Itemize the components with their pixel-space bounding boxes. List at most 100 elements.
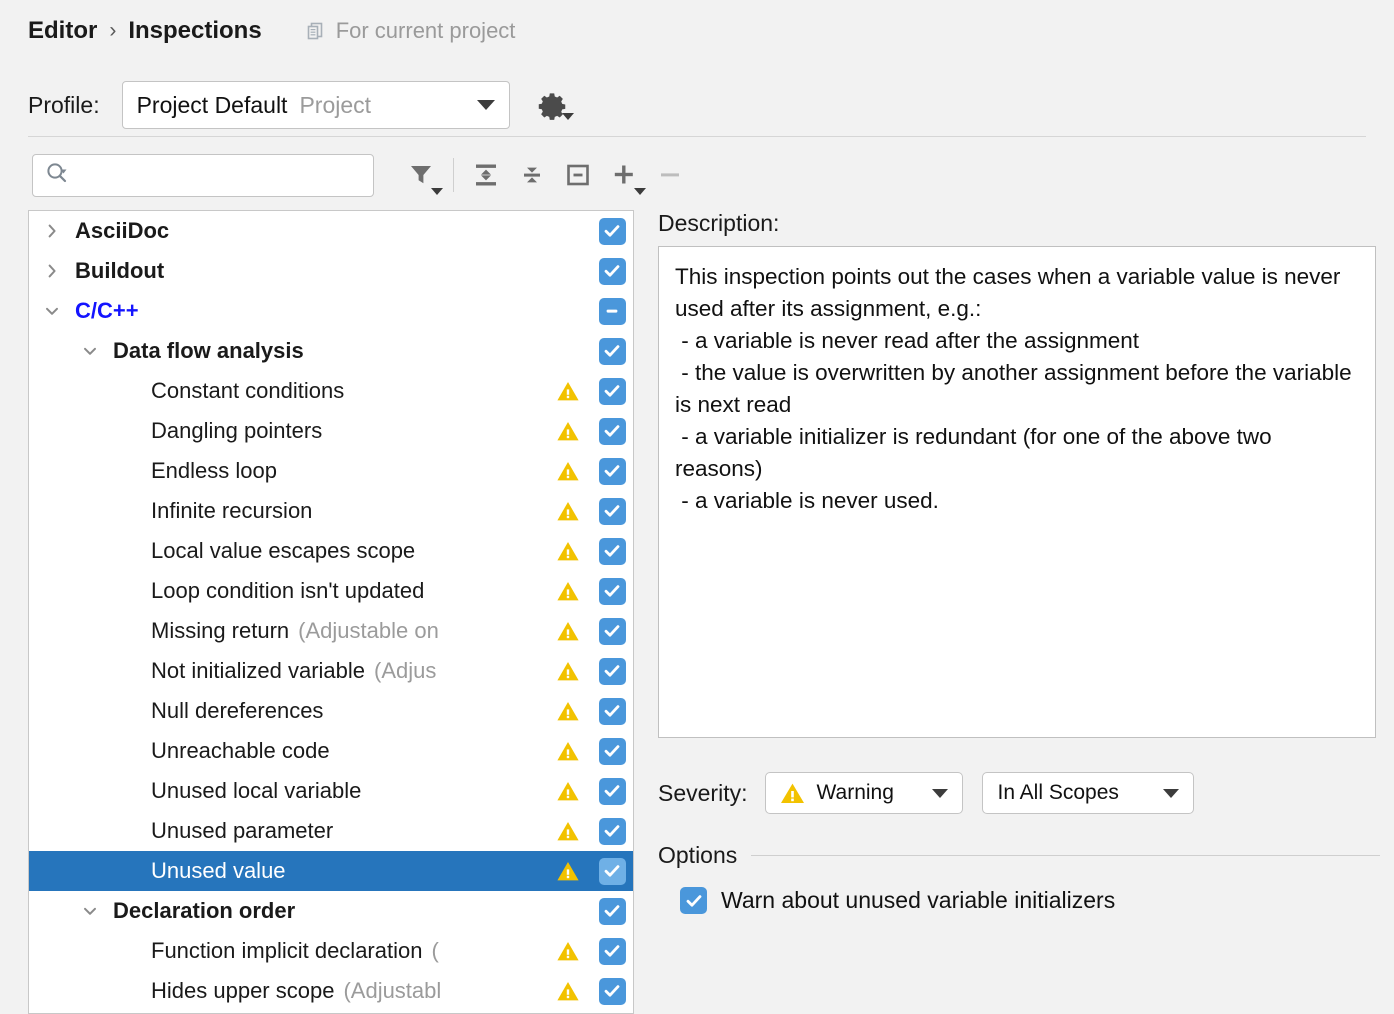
tree-row-checkbox[interactable]: [592, 731, 632, 771]
severity-warning-icon[interactable]: [551, 771, 585, 811]
severity-warning-icon[interactable]: [551, 571, 585, 611]
inspections-tree[interactable]: AsciiDoc Buildout C/C++ Data flow analysisC…: [28, 210, 634, 1014]
tree-row-title: Dangling pointers: [151, 418, 322, 443]
tree-row[interactable]: AsciiDoc: [29, 211, 633, 251]
severity-warning-icon[interactable]: [551, 931, 585, 971]
tree-row-checkbox[interactable]: [592, 451, 632, 491]
tree-row[interactable]: Local value escapes scope: [29, 531, 633, 571]
tree-row-title: AsciiDoc: [75, 218, 169, 243]
filter-button[interactable]: [398, 153, 444, 197]
tree-row[interactable]: Declaration order: [29, 891, 633, 931]
severity-select[interactable]: Warning: [765, 772, 963, 814]
tree-row[interactable]: Dangling pointers: [29, 411, 633, 451]
tree-row[interactable]: Constant conditions: [29, 371, 633, 411]
chevron-right-icon[interactable]: [41, 260, 63, 282]
tree-row-checkbox[interactable]: [592, 971, 632, 1011]
warning-triangle-icon: [556, 419, 580, 443]
tree-row[interactable]: C/C++: [29, 291, 633, 331]
tree-row-checkbox[interactable]: [592, 371, 632, 411]
severity-warning-icon[interactable]: [551, 731, 585, 771]
tree-row[interactable]: Unreachable code: [29, 731, 633, 771]
tree-row-checkbox[interactable]: [592, 851, 632, 891]
severity-warning-icon[interactable]: [551, 411, 585, 451]
tree-row-checkbox[interactable]: [592, 491, 632, 531]
tree-row-label: Unreachable code: [151, 738, 330, 764]
severity-warning-icon[interactable]: [551, 611, 585, 651]
chevron-down-icon[interactable]: [79, 900, 101, 922]
warn-unused-initializers-checkbox[interactable]: [680, 887, 707, 914]
tree-row-title: Missing return: [151, 618, 289, 643]
search-input[interactable]: [77, 163, 361, 188]
tree-row-suffix: (Adjustabl: [343, 978, 441, 1003]
tree-row-checkbox[interactable]: [592, 651, 632, 691]
chevron-right-icon[interactable]: [41, 220, 63, 242]
chevron-down-icon: [477, 100, 495, 110]
tree-row[interactable]: Data flow analysis: [29, 331, 633, 371]
severity-warning-icon[interactable]: [551, 491, 585, 531]
expand-all-button[interactable]: [463, 153, 509, 197]
tree-row[interactable]: Buildout: [29, 251, 633, 291]
tree-row-checkbox[interactable]: [592, 571, 632, 611]
severity-warning-icon[interactable]: [551, 651, 585, 691]
for-current-project-note: For current project: [306, 18, 516, 44]
tree-row-title: Function implicit declaration: [151, 938, 422, 963]
tree-row-suffix: (Adjustable on: [298, 618, 439, 643]
tree-row[interactable]: Not initialized variable(Adjus: [29, 651, 633, 691]
tree-row-label: Unused parameter: [151, 818, 333, 844]
tree-row-checkbox[interactable]: [592, 771, 632, 811]
tree-row-checkbox[interactable]: [592, 331, 632, 371]
tree-row[interactable]: Unused value: [29, 851, 633, 891]
tree-row[interactable]: Null dereferences: [29, 691, 633, 731]
tree-row-checkbox[interactable]: [592, 211, 632, 251]
tree-row[interactable]: Unused parameter: [29, 811, 633, 851]
add-button[interactable]: [601, 153, 647, 197]
tree-row[interactable]: Missing return (Adjustable on: [29, 611, 633, 651]
tree-row-checkbox[interactable]: [592, 251, 632, 291]
tree-row-checkbox[interactable]: [592, 291, 632, 331]
search-field[interactable]: [32, 154, 374, 197]
collapse-all-icon: [518, 161, 546, 189]
warning-triangle-icon: [780, 781, 805, 806]
tree-row-checkbox[interactable]: [592, 811, 632, 851]
tree-row[interactable]: Infinite recursion: [29, 491, 633, 531]
tree-row-label: Declaration order: [113, 898, 295, 924]
tree-row-checkbox[interactable]: [592, 931, 632, 971]
severity-warning-icon[interactable]: [551, 371, 585, 411]
chevron-down-icon[interactable]: [79, 340, 101, 362]
reset-icon: [564, 161, 592, 189]
breadcrumb-root[interactable]: Editor: [28, 17, 97, 45]
warning-triangle-icon: [556, 859, 580, 883]
scope-select[interactable]: In All Scopes: [982, 772, 1194, 814]
tree-row-checkbox[interactable]: [592, 891, 632, 931]
tree-row-checkbox[interactable]: [592, 531, 632, 571]
tree-row-label: Dangling pointers: [151, 418, 322, 444]
severity-warning-icon[interactable]: [551, 691, 585, 731]
tree-row[interactable]: Loop condition isn't updated: [29, 571, 633, 611]
reset-button[interactable]: [555, 153, 601, 197]
expand-all-icon: [472, 161, 500, 189]
tree-row-checkbox[interactable]: [592, 611, 632, 651]
profile-settings-button[interactable]: [536, 89, 568, 121]
tree-row-checkbox[interactable]: [592, 691, 632, 731]
description-label: Description:: [658, 210, 1380, 237]
severity-row: Severity: Warning In All Scopes: [658, 772, 1380, 814]
tree-row-checkbox[interactable]: [592, 411, 632, 451]
severity-warning-icon[interactable]: [551, 531, 585, 571]
tree-row[interactable]: Unused local variable: [29, 771, 633, 811]
profile-select[interactable]: Project Default Project: [122, 81, 510, 129]
tree-row[interactable]: Endless loop: [29, 451, 633, 491]
scope-value: In All Scopes: [997, 781, 1118, 805]
tree-row[interactable]: Function implicit declaration(: [29, 931, 633, 971]
tree-row-title: Not initialized variable: [151, 658, 365, 683]
severity-warning-icon[interactable]: [551, 451, 585, 491]
remove-button: [647, 153, 693, 197]
severity-warning-icon[interactable]: [551, 811, 585, 851]
warning-triangle-icon: [556, 819, 580, 843]
severity-warning-icon[interactable]: [551, 971, 585, 1011]
chevron-down-icon[interactable]: [41, 300, 63, 322]
collapse-all-button[interactable]: [509, 153, 555, 197]
warning-triangle-icon: [556, 779, 580, 803]
tree-row[interactable]: Hides upper scope(Adjustabl: [29, 971, 633, 1011]
severity-warning-icon[interactable]: [551, 851, 585, 891]
tree-row-title: C/C++: [75, 298, 139, 323]
